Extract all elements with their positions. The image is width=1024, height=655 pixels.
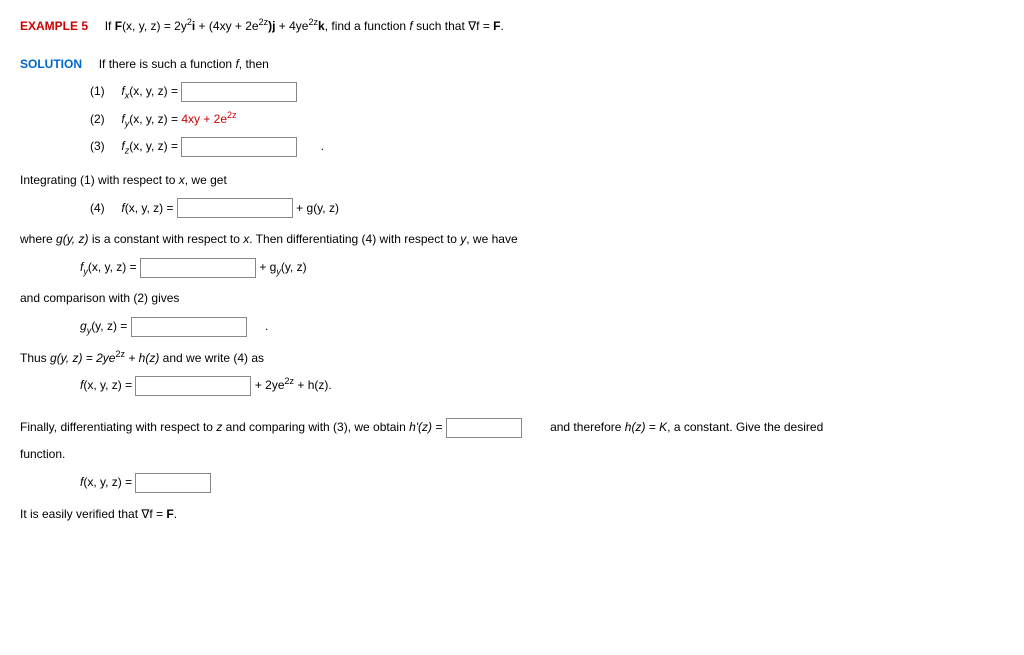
verified-line: It is easily verified that ∇f = F. <box>20 504 1004 526</box>
final-f: f(x, y, z) = <box>80 472 1004 494</box>
where-g-line: where g(y, z) is a constant with respect… <box>20 229 1004 251</box>
f-rewrite: f(x, y, z) = + 2ye2z + h(z). <box>80 375 1004 397</box>
fy-expansion: fy(x, y, z) = + gy(y, z) <box>80 257 1004 279</box>
integrating-line: Integrating (1) with respect to x, we ge… <box>20 170 1004 192</box>
finally-line: Finally, differentiating with respect to… <box>20 417 1004 439</box>
input-final-f[interactable] <box>135 473 211 493</box>
solution-intro: If there is such a function f, then <box>99 57 269 71</box>
equation-2: (2) fy(x, y, z) = 4xy + 2e2z <box>90 109 1004 131</box>
example-line: EXAMPLE 5 If F(x, y, z) = 2y2i + (4xy + … <box>20 16 1004 38</box>
equation-1: (1) fx(x, y, z) = <box>90 81 1004 103</box>
example-text: If F(x, y, z) = 2y2i + (4xy + 2e2z)j + 4… <box>105 19 504 33</box>
input-eq4[interactable] <box>177 198 293 218</box>
solution-label: SOLUTION <box>20 57 82 71</box>
solution-line: SOLUTION If there is such a function f, … <box>20 54 1004 76</box>
input-hprime[interactable] <box>446 418 522 438</box>
input-fy-expand[interactable] <box>140 258 256 278</box>
function-word: function. <box>20 444 1004 466</box>
equation-4: (4) f(x, y, z) = + g(y, z) <box>90 198 1004 220</box>
thus-g-line: Thus g(y, z) = 2ye2z + h(z) and we write… <box>20 348 1004 370</box>
equation-3: (3) fz(x, y, z) = . <box>90 136 1004 158</box>
gy-equation: gy(y, z) = . <box>80 316 1004 338</box>
input-fz[interactable] <box>181 137 297 157</box>
input-fx[interactable] <box>181 82 297 102</box>
input-f-rewrite[interactable] <box>135 376 251 396</box>
input-gy[interactable] <box>131 317 247 337</box>
example-label: EXAMPLE 5 <box>20 19 88 33</box>
comparison-line: and comparison with (2) gives <box>20 288 1004 310</box>
